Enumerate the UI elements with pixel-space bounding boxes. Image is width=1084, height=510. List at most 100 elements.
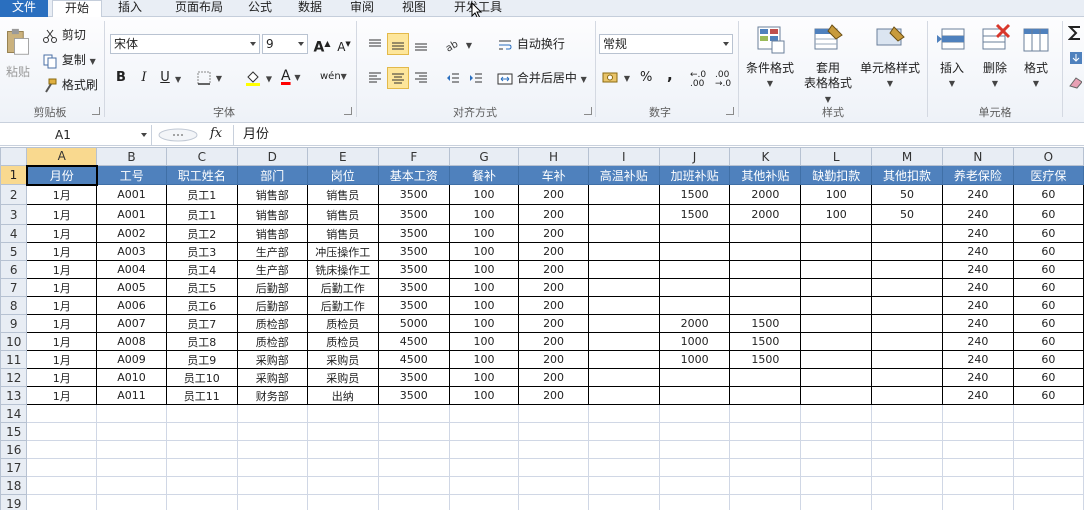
cell[interactable]: A004 (96, 260, 167, 279)
cell[interactable]: 100 (448, 242, 520, 261)
cell[interactable]: 50 (871, 184, 943, 205)
cell[interactable]: A011 (96, 386, 167, 405)
cell[interactable]: 采购部 (236, 368, 308, 387)
cell[interactable]: 1月 (26, 386, 98, 405)
cell[interactable] (658, 296, 731, 315)
cell[interactable] (658, 224, 731, 243)
cell[interactable] (587, 422, 660, 441)
cell[interactable] (448, 404, 520, 423)
cell[interactable] (1012, 422, 1084, 441)
cell[interactable]: 1500 (658, 184, 731, 205)
cell[interactable]: 销售员 (306, 224, 379, 243)
fill-color-button[interactable]: ▼ (244, 69, 272, 88)
cell[interactable]: 240 (941, 260, 1014, 279)
copy-button[interactable]: 复制 ▼ (42, 52, 96, 70)
row-header[interactable]: 4 (0, 224, 28, 243)
cell[interactable] (96, 494, 167, 510)
cell[interactable] (518, 458, 589, 477)
cell[interactable] (587, 350, 660, 369)
cell[interactable]: A006 (96, 296, 167, 315)
cell[interactable] (165, 476, 238, 495)
cell[interactable] (941, 494, 1014, 510)
cell[interactable]: 员工2 (165, 224, 238, 243)
font-name-combo[interactable]: 宋体 (110, 34, 260, 54)
cell[interactable]: 100 (448, 368, 520, 387)
header-cell[interactable]: 岗位 (306, 165, 379, 185)
percent-button[interactable]: % (640, 70, 652, 86)
cell[interactable]: 240 (941, 368, 1014, 387)
cell[interactable] (236, 440, 308, 459)
cell[interactable] (871, 476, 943, 495)
cell[interactable] (729, 278, 802, 297)
cell[interactable]: 员工1 (165, 184, 238, 205)
cell[interactable]: 60 (1012, 260, 1084, 279)
cell[interactable] (871, 314, 943, 333)
cell[interactable]: 生产部 (236, 242, 308, 261)
header-cell[interactable]: 基本工资 (377, 165, 450, 185)
cell[interactable] (941, 404, 1014, 423)
cell[interactable]: 1月 (26, 350, 98, 369)
cell[interactable] (871, 404, 943, 423)
align-right-button[interactable] (410, 67, 432, 89)
row-header[interactable]: 19 (0, 494, 28, 510)
cell[interactable]: 200 (518, 224, 589, 243)
italic-button[interactable]: I (133, 67, 155, 89)
cell[interactable]: 1500 (729, 332, 802, 351)
tab-page-layout[interactable]: 页面布局 (160, 0, 238, 17)
cell[interactable] (941, 440, 1014, 459)
formula-input[interactable]: 月份 (233, 125, 1084, 145)
cell[interactable] (658, 476, 731, 495)
cell[interactable] (729, 404, 802, 423)
cell[interactable]: 员工10 (165, 368, 238, 387)
row-header[interactable]: 11 (0, 350, 28, 369)
cell[interactable] (800, 386, 873, 405)
cell[interactable]: 100 (448, 278, 520, 297)
header-cell[interactable]: 缺勤扣款 (800, 165, 873, 185)
column-header[interactable]: J (658, 147, 731, 166)
header-cell[interactable]: 加班补贴 (658, 165, 731, 185)
cell[interactable] (587, 260, 660, 279)
font-color-button[interactable]: A ▼ (281, 68, 301, 86)
cell[interactable] (165, 458, 238, 477)
row-header[interactable]: 12 (0, 368, 28, 387)
cell[interactable]: 200 (518, 184, 589, 205)
cell[interactable]: 3500 (377, 278, 450, 297)
cell[interactable]: 1月 (26, 278, 98, 297)
comma-button[interactable]: , (667, 67, 673, 83)
wrap-text-button[interactable]: 自动换行 (497, 36, 565, 53)
underline-button[interactable]: U (156, 67, 174, 89)
cell[interactable]: 240 (941, 296, 1014, 315)
cell[interactable]: 销售部 (236, 204, 308, 225)
cell[interactable] (26, 404, 98, 423)
cell[interactable] (1012, 440, 1084, 459)
merge-center-button[interactable]: 合并后居中 ▼ (497, 70, 587, 88)
cell[interactable] (377, 494, 450, 510)
column-header[interactable]: H (518, 147, 589, 166)
decrease-decimal-button[interactable]: .00 →.0 (715, 71, 737, 89)
header-cell[interactable]: 养老保险 (941, 165, 1014, 185)
name-box[interactable]: A1 (0, 125, 152, 145)
cell[interactable]: 1月 (26, 368, 98, 387)
column-header[interactable]: D (236, 147, 308, 166)
cell[interactable]: 员工4 (165, 260, 238, 279)
cell[interactable] (1012, 404, 1084, 423)
cell[interactable] (587, 296, 660, 315)
cell[interactable]: 100 (448, 204, 520, 225)
cell[interactable] (800, 350, 873, 369)
column-header[interactable]: B (96, 147, 167, 166)
cell[interactable] (518, 422, 589, 441)
cell[interactable] (518, 476, 589, 495)
alignment-launcher-icon[interactable] (584, 107, 592, 115)
cell[interactable] (658, 440, 731, 459)
cell[interactable] (587, 224, 660, 243)
cell[interactable] (800, 422, 873, 441)
cell[interactable] (377, 458, 450, 477)
cell[interactable] (306, 494, 379, 510)
cell[interactable]: 5000 (377, 314, 450, 333)
cell[interactable]: 200 (518, 242, 589, 261)
cell[interactable] (658, 494, 731, 510)
cell[interactable]: 3500 (377, 204, 450, 225)
cell[interactable]: 240 (941, 224, 1014, 243)
cell[interactable] (871, 278, 943, 297)
cell[interactable]: 员工8 (165, 332, 238, 351)
